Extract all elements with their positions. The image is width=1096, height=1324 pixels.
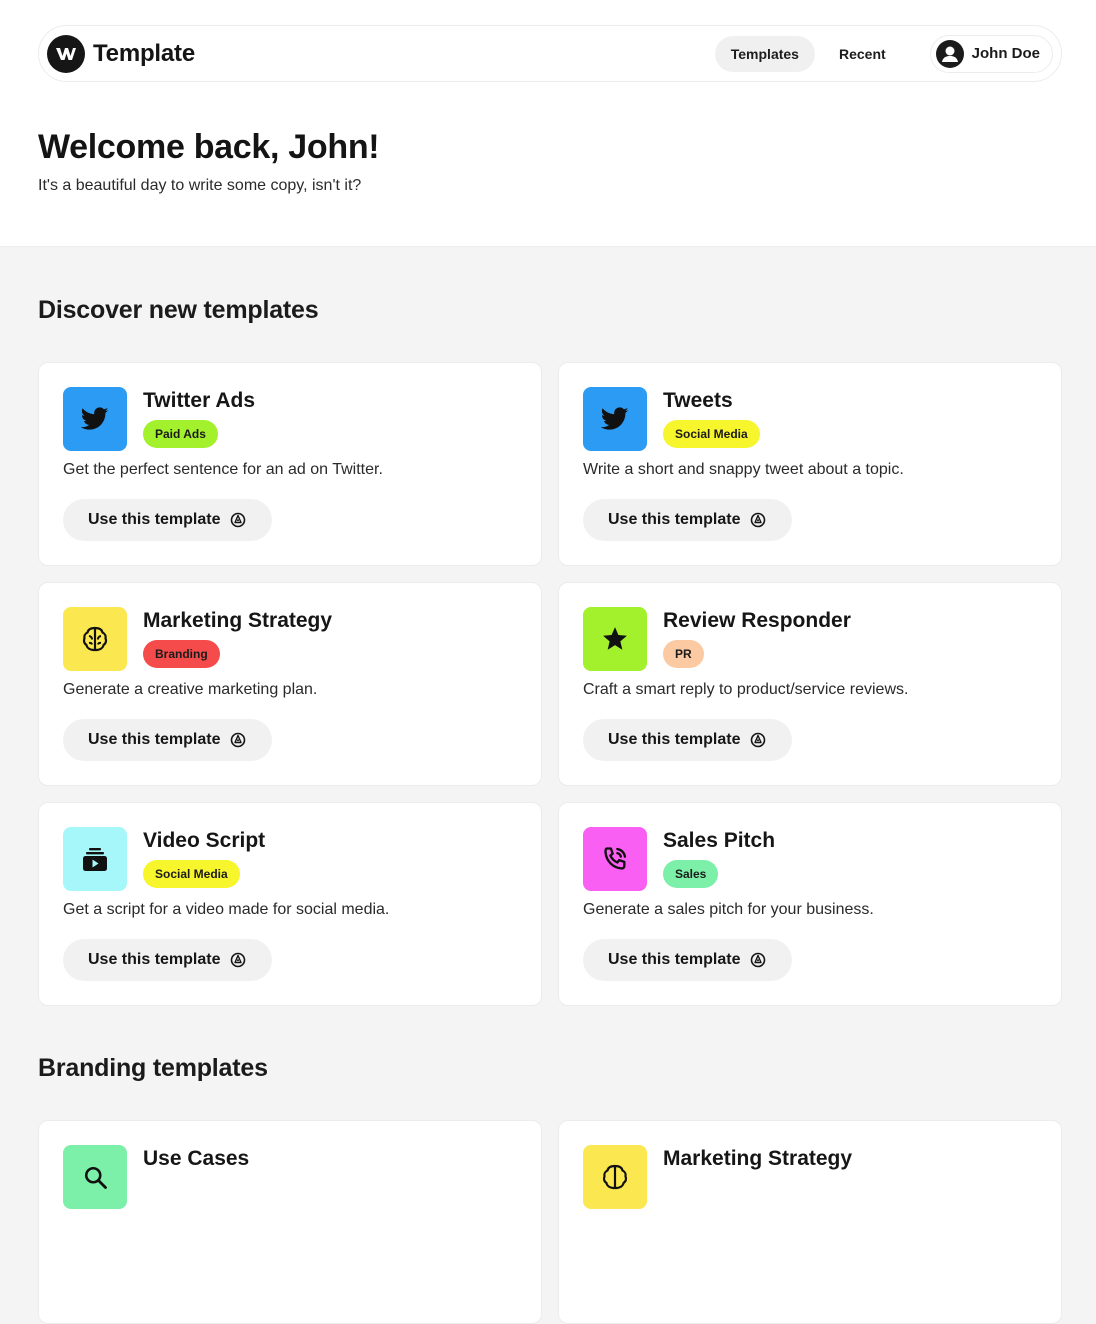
use-template-label: Use this template (88, 511, 221, 528)
use-template-label: Use this template (608, 951, 741, 968)
template-card: Marketing Strategy Branding Generate a c… (38, 582, 542, 786)
twitter-icon (583, 387, 647, 451)
card-title: Video Script (143, 829, 266, 852)
card-title: Marketing Strategy (143, 609, 333, 632)
pen-nib-icon (750, 512, 766, 528)
user-name: John Doe (971, 45, 1040, 62)
nav-right: Templates Recent John Doe (714, 34, 1053, 73)
category-badge: Social Media (143, 860, 240, 888)
brand-name: Template (93, 39, 195, 67)
card-title: Use Cases (143, 1147, 250, 1170)
card-description: Write a short and snappy tweet about a t… (583, 461, 904, 478)
card-description: Get the perfect sentence for an ad on Tw… (63, 461, 383, 478)
card-description: Generate a sales pitch for your business… (583, 901, 874, 918)
pen-nib-icon (230, 512, 246, 528)
welcome-area: Template Templates Recent John Doe Welco… (0, 0, 1096, 247)
template-card: Use Cases (38, 1120, 542, 1324)
branding-section-title: Branding templates (38, 1054, 268, 1082)
use-template-button[interactable]: Use this template (583, 719, 792, 761)
brain-icon (63, 607, 127, 671)
user-avatar-icon (935, 39, 964, 68)
use-template-label: Use this template (88, 951, 221, 968)
card-title: Sales Pitch (663, 829, 776, 852)
video-stack-icon (63, 827, 127, 891)
use-template-button[interactable]: Use this template (583, 939, 792, 981)
pen-nib-icon (230, 952, 246, 968)
card-title: Tweets (663, 389, 733, 412)
card-description: Generate a creative marketing plan. (63, 681, 318, 698)
brain-icon (583, 1145, 647, 1209)
use-template-button[interactable]: Use this template (63, 499, 272, 541)
pen-nib-icon (230, 732, 246, 748)
card-description: Craft a smart reply to product/service r… (583, 681, 909, 698)
brand[interactable]: Template (47, 34, 195, 73)
category-badge: Sales (663, 860, 719, 888)
card-title: Marketing Strategy (663, 1147, 853, 1170)
twitter-icon (63, 387, 127, 451)
use-template-button[interactable]: Use this template (63, 719, 272, 761)
webflow-logo-icon (47, 34, 85, 73)
template-card: Review Responder PR Craft a smart reply … (558, 582, 1062, 786)
pen-nib-icon (750, 732, 766, 748)
category-badge: PR (663, 640, 704, 668)
category-badge: Branding (143, 640, 220, 668)
search-icon (63, 1145, 127, 1209)
phone-call-icon (583, 827, 647, 891)
welcome-title: Welcome back, John! (38, 128, 380, 166)
tab-templates[interactable]: Templates (714, 35, 815, 72)
tab-recent[interactable]: Recent (823, 36, 902, 72)
use-template-button[interactable]: Use this template (583, 499, 792, 541)
card-title: Review Responder (663, 609, 851, 632)
use-template-button[interactable]: Use this template (63, 939, 272, 981)
template-card: Tweets Social Media Write a short and sn… (558, 362, 1062, 566)
template-card: Marketing Strategy (558, 1120, 1062, 1324)
category-badge: Social Media (663, 420, 760, 448)
pen-nib-icon (750, 952, 766, 968)
star-icon (583, 607, 647, 671)
card-description: Get a script for a video made for social… (63, 901, 390, 918)
user-menu-button[interactable]: John Doe (929, 34, 1053, 73)
template-card: Twitter Ads Paid Ads Get the perfect sen… (38, 362, 542, 566)
template-card: Video Script Social Media Get a script f… (38, 802, 542, 1006)
discover-section-title: Discover new templates (38, 296, 319, 324)
top-navbar: Template Templates Recent John Doe (38, 25, 1062, 82)
welcome-subtitle: It's a beautiful day to write some copy,… (38, 177, 362, 194)
use-template-label: Use this template (88, 731, 221, 748)
template-card: Sales Pitch Sales Generate a sales pitch… (558, 802, 1062, 1006)
card-title: Twitter Ads (143, 389, 256, 412)
category-badge: Paid Ads (143, 420, 218, 448)
use-template-label: Use this template (608, 731, 741, 748)
use-template-label: Use this template (608, 511, 741, 528)
